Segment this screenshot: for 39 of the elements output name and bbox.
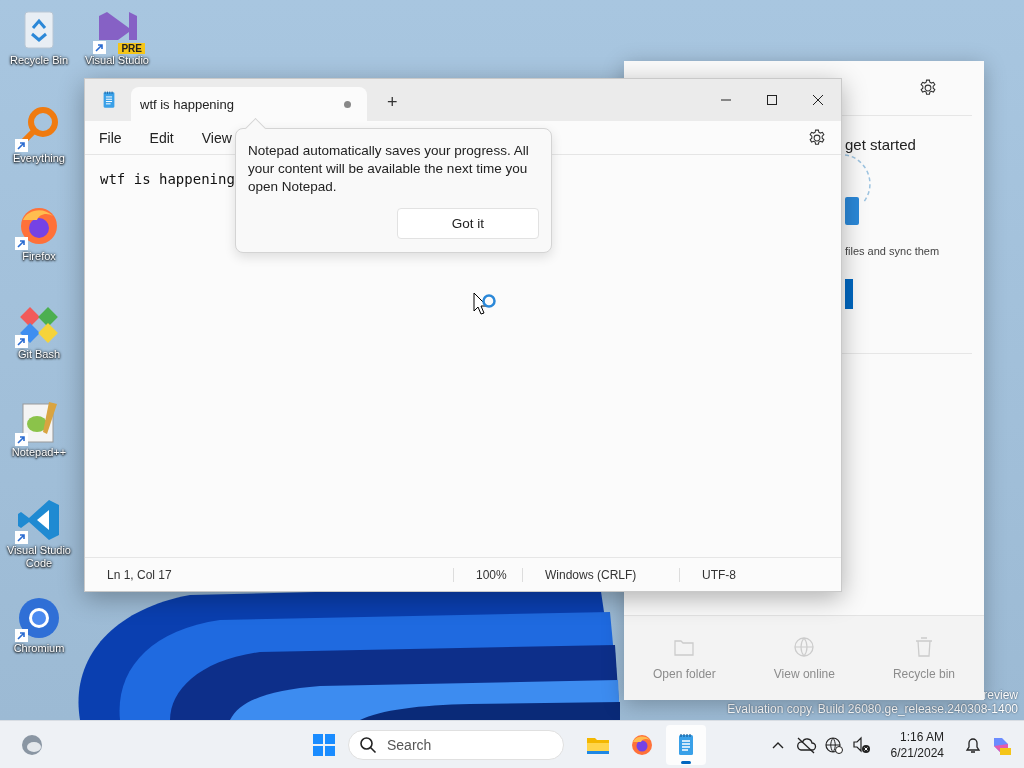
menu-item[interactable]: View bbox=[198, 125, 235, 150]
search-field[interactable]: Search bbox=[348, 730, 564, 760]
status-text: 100% bbox=[453, 567, 522, 582]
desktop-icon-label[interactable]: Git Bash bbox=[17, 348, 61, 361]
preview-badge: PRE bbox=[118, 43, 145, 54]
got-it-button[interactable]: Got it bbox=[397, 208, 539, 239]
maximize-icon bbox=[766, 94, 778, 106]
status-text: Ln 1, Col 17 bbox=[106, 567, 173, 582]
desktop-icon-label[interactable]: Firefox bbox=[22, 250, 56, 263]
desktop-icon-label[interactable]: Notepad++ bbox=[11, 446, 67, 459]
new-tab-button[interactable]: + bbox=[381, 90, 404, 115]
desktop-icon-label[interactable]: Visual Studio Code bbox=[0, 544, 78, 570]
desktop-icon-label[interactable]: Chromium bbox=[13, 642, 65, 655]
desktop-icon-label[interactable]: Recycle Bin bbox=[9, 54, 69, 67]
desktop-icon-label[interactable]: Everything bbox=[13, 152, 65, 165]
system-watermark-text: review bbox=[983, 688, 1018, 702]
panel-heading: get started bbox=[845, 136, 917, 153]
desktop-icon-label[interactable]: Visual Studio bbox=[85, 54, 149, 67]
globe-icon[interactable] bbox=[822, 734, 845, 756]
system-watermark-text: Evaluation copy. Build 26080.ge_release.240308-1400 bbox=[727, 702, 1018, 716]
firefox-app-icon bbox=[629, 732, 655, 758]
menu-item[interactable]: Edit bbox=[146, 125, 177, 150]
globe-icon bbox=[792, 635, 817, 659]
tip-message: Notepad automatically saves your progress. All your content will be available the next time you open Notepad. bbox=[248, 142, 530, 196]
panel-description: files and sync them bbox=[845, 245, 941, 257]
settings-icon[interactable] bbox=[807, 127, 827, 148]
document-text[interactable]: wtf is happening bbox=[100, 171, 235, 187]
document-tab[interactable]: wtf is happening bbox=[131, 87, 367, 121]
status-text: UTF-8 bbox=[679, 567, 758, 582]
clock[interactable]: 1:16 AM 6/21/2024 bbox=[884, 728, 950, 762]
windows-logo-icon bbox=[313, 734, 335, 756]
taskbar-app-button[interactable] bbox=[666, 725, 706, 765]
menu-item[interactable]: File bbox=[96, 125, 125, 150]
weather-icon[interactable] bbox=[20, 733, 44, 757]
status-text: Windows (CRLF) bbox=[522, 567, 679, 582]
settings-icon[interactable] bbox=[918, 78, 938, 98]
close-icon bbox=[812, 94, 824, 106]
speaker-muted-icon[interactable] bbox=[850, 734, 873, 756]
search-icon bbox=[359, 736, 377, 754]
